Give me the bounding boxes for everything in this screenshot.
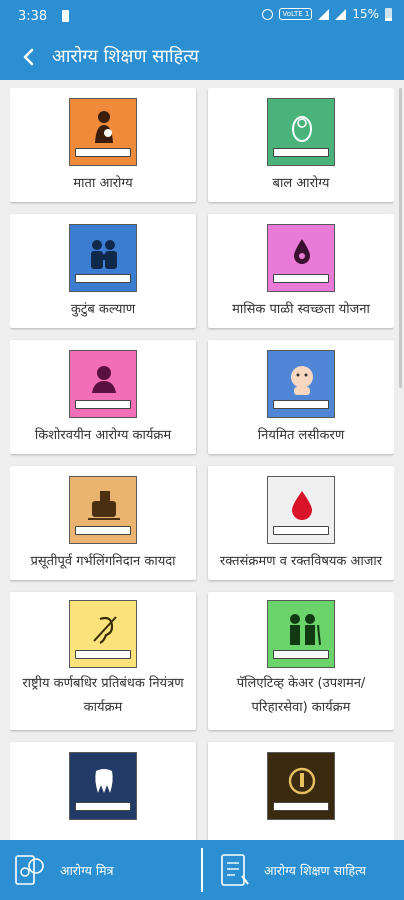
card-dental[interactable] [10, 742, 196, 840]
app-bar: आरोग्य शिक्षण साहित्य [0, 34, 404, 80]
card-label: मासिक पाळी स्वच्छता योजना [232, 302, 370, 317]
card-label: प्रसूतीपूर्व गर्भलिंगनिदान कायदा [30, 554, 176, 569]
card-palliative-care[interactable]: पॅलिएटिव्ह केअर (उपशमन/ परिहारसेवा) कार्… [208, 592, 394, 730]
bottom-nav: आरोग्य मित्र आरोग्य शिक्षण साहित्य [0, 840, 404, 900]
card-label: नियमित लसीकरण [257, 428, 345, 443]
status-bar: 3:38 VoLTE 1 15% [0, 0, 404, 34]
card-karnabadhir[interactable]: राष्ट्रीय कर्णबधिर प्रतिबंधक नियंत्रण का… [10, 592, 196, 730]
alarm-icon [262, 8, 274, 20]
notification-icon [62, 10, 69, 22]
card-label: बाल आरोग्य [272, 176, 330, 191]
nav-label: आरोग्य मित्र [60, 862, 114, 878]
nav-item-arogya-shikshan-sahitya[interactable]: आरोग्य शिक्षण साहित्य [218, 840, 366, 900]
back-arrow-icon[interactable] [14, 42, 44, 72]
card-mata-arogya[interactable]: माता आरोग्य [10, 88, 196, 202]
volte-badge: VoLTE 1 [279, 8, 313, 20]
card-kutumb-kalyan[interactable]: कुटुंब कल्याण [10, 214, 196, 328]
card-kishorvayin[interactable]: किशोरवयीन आरोग्य कार्यक्रम [10, 340, 196, 454]
nav-divider [201, 848, 203, 892]
health-friend-icon [15, 855, 44, 885]
signal-icon [318, 8, 330, 20]
status-icons: VoLTE 1 15% [262, 7, 392, 21]
battery-icon [385, 7, 392, 21]
card-label: माता आरोग्य [73, 176, 133, 191]
card-niyamit-lasikaran[interactable]: नियमित लसीकरण [208, 340, 394, 454]
page-title: आरोग्य शिक्षण साहित्य [52, 46, 199, 67]
card-label: राष्ट्रीय कर्णबधिर प्रतिबंधक नियंत्रण का… [22, 676, 184, 715]
nav-label: आरोग्य शिक्षण साहित्य [264, 862, 367, 878]
card-bal-arogya[interactable]: बाल आरोग्य [208, 88, 394, 202]
battery-percent: 15% [352, 7, 379, 21]
card-label: किशोरवयीन आरोग्य कार्यक्रम [34, 428, 172, 443]
category-grid: माता आरोग्य बाल आरोग्य कुटुंब कल्याण मास… [10, 88, 394, 840]
card-label: पॅलिएटिव्ह केअर (उपशमन/ परिहारसेवा) कार्… [236, 676, 366, 715]
tile-image [69, 98, 137, 166]
document-checklist-icon [221, 854, 249, 886]
nav-item-arogya-mitra[interactable]: आरोग्य मित्र [14, 840, 113, 900]
card-emblem[interactable] [208, 742, 394, 840]
signal-icon-2 [335, 8, 347, 20]
card-prasutipurva[interactable]: प्रसूतीपूर्व गर्भलिंगनिदान कायदा [10, 466, 196, 580]
status-time: 3:38 [18, 9, 48, 24]
card-label: कुटुंब कल्याण [70, 302, 136, 317]
card-masik-pali[interactable]: मासिक पाळी स्वच्छता योजना [208, 214, 394, 328]
scrollbar[interactable] [399, 88, 402, 388]
card-raktasankraman[interactable]: रक्तसंक्रमण व रक्तविषयक आजार [208, 466, 394, 580]
card-label: रक्तसंक्रमण व रक्तविषयक आजार [219, 554, 383, 569]
